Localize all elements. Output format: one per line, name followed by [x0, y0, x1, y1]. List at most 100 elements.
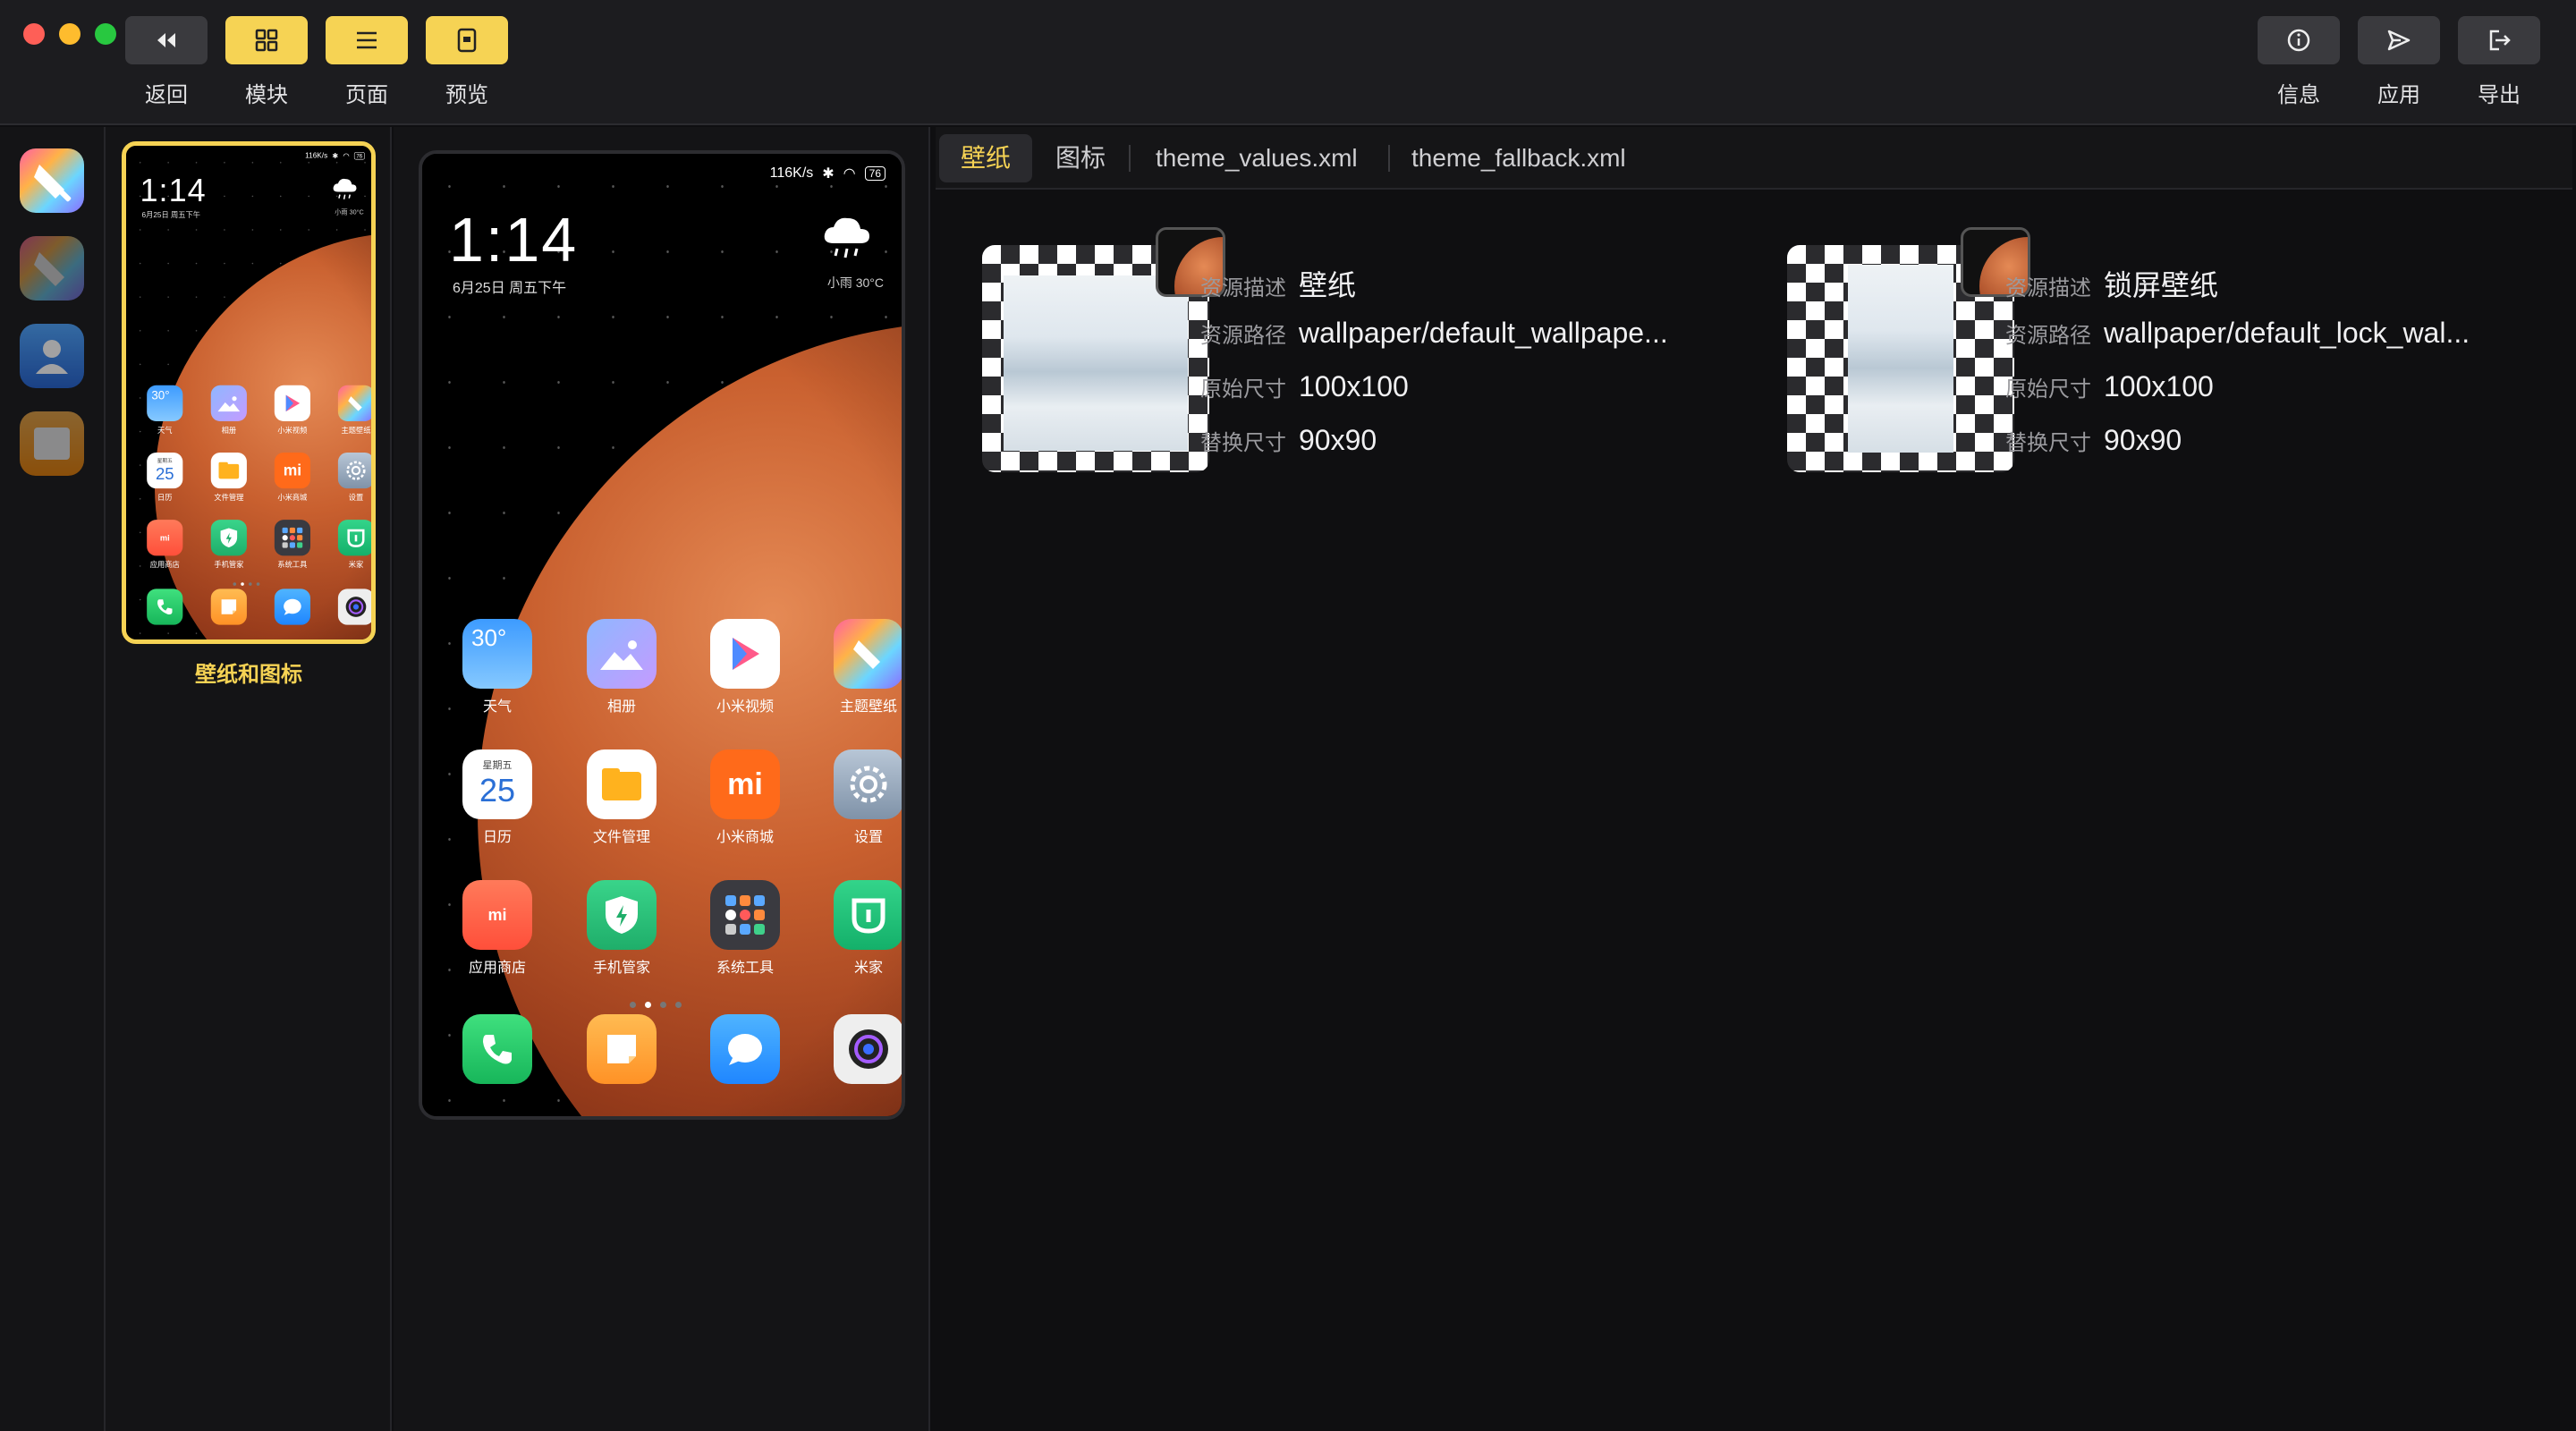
- mountain-wallpaper-image: [1004, 275, 1188, 451]
- resource-original-size-row: 原始尺寸 100x100: [1200, 370, 1409, 402]
- themes-app-tile[interactable]: 主题壁纸: [833, 619, 902, 716]
- mi-store-app-icon: mi: [710, 749, 780, 819]
- calendar-app-tile: 星期五 25 日历: [147, 452, 183, 503]
- files-app-icon: [587, 749, 657, 819]
- files-app-tile[interactable]: 文件管理: [586, 749, 657, 846]
- pages-button[interactable]: [326, 16, 408, 64]
- weather-label: 小雨 30°C: [826, 275, 884, 290]
- tab-theme-values[interactable]: theme_values.xml: [1156, 134, 1358, 182]
- settings-app-icon: [834, 749, 902, 819]
- apply-button[interactable]: [2358, 16, 2440, 64]
- contacts-app-icon[interactable]: [20, 324, 84, 388]
- resource-replace-size-row: 替换尺寸 90x90: [2005, 424, 2182, 456]
- dock-messages-app-tile[interactable]: [709, 1014, 781, 1084]
- page-indicator: [630, 1002, 682, 1008]
- app-label: 小米视频: [277, 427, 308, 435]
- files-app-tile: 文件管理: [210, 452, 247, 503]
- mijia-app-tile: 米家: [337, 520, 371, 570]
- resource-desc: 壁纸: [1299, 269, 1357, 301]
- files-app-icon: [210, 452, 247, 489]
- phone-preview: 116K/s ✱ ◠ 76 1:14 6月25日 周五下午 小雨 30°C 30…: [419, 150, 905, 1120]
- resource-original-size: 100x100: [2104, 370, 2214, 402]
- battery-icon: 76: [353, 152, 365, 160]
- app-label: 小米视频: [716, 699, 774, 715]
- mijia-app-icon: [834, 880, 902, 950]
- resource-card-lock-wallpaper[interactable]: 资源描述 锁屏壁纸 资源路径 wallpaper/default_lock_wal.…: [1737, 227, 2506, 472]
- dock-phone-app-tile[interactable]: [462, 1014, 533, 1084]
- video-app-tile: 小米视频: [274, 385, 310, 436]
- calendar-weekday: 星期五: [157, 457, 173, 464]
- app-label: 系统工具: [716, 961, 774, 976]
- dock-notes-app-tile: [210, 588, 247, 625]
- messages-app-icon: [710, 1014, 780, 1084]
- export-icon: [2489, 30, 2511, 51]
- apply-label: 应用: [2377, 83, 2420, 107]
- cloud-rain-icon: [333, 178, 357, 199]
- dock-messages-app-tile: [274, 588, 310, 625]
- zoom-window-button[interactable]: [95, 23, 116, 45]
- tab-theme-fallback[interactable]: theme_fallback.xml: [1411, 134, 1626, 182]
- info-icon: [2287, 29, 2310, 52]
- minimize-window-button[interactable]: [59, 23, 80, 45]
- app-label: 设置: [348, 494, 364, 503]
- app-label: 天气: [482, 699, 512, 715]
- page-thumbnail-wallpaper-and-icons[interactable]: 116K/s ✱ ◠ 76 1:14 6月25日 周五下午 小雨 30°C 30…: [122, 141, 376, 644]
- messages-app-icon[interactable]: [20, 411, 84, 476]
- app-label: 文件管理: [592, 830, 650, 845]
- dock-camera-app-tile[interactable]: [833, 1014, 902, 1084]
- app-label: 相册: [606, 699, 636, 715]
- back-button[interactable]: [125, 16, 208, 64]
- tab-icons[interactable]: 图标: [1055, 134, 1106, 182]
- security-app-tile[interactable]: 手机管家: [586, 880, 657, 977]
- calendar-app-tile[interactable]: 星期五 25 日历: [462, 749, 533, 846]
- video-app-tile[interactable]: 小米视频: [709, 619, 781, 716]
- info-button[interactable]: [2258, 16, 2340, 64]
- gallery-app-tile[interactable]: 相册: [586, 619, 657, 716]
- tools-folder-tile[interactable]: 系统工具: [709, 880, 781, 977]
- network-speed: 116K/s: [769, 165, 814, 181]
- rewind-icon: [157, 33, 175, 47]
- gallery-app-icon: [210, 385, 247, 421]
- app-label: 米家: [853, 961, 883, 976]
- app-label: 天气: [157, 427, 173, 435]
- status-bar: 116K/s ✱ ◠ 76: [305, 151, 365, 160]
- security-app-tile: 手机管家: [210, 520, 247, 570]
- battery-icon: 76: [864, 166, 886, 181]
- app-label: 设置: [853, 830, 883, 845]
- mijia-app-tile[interactable]: 米家: [833, 880, 902, 977]
- themes-app-icon: [337, 385, 371, 421]
- app-label: 日历: [482, 830, 512, 845]
- camera-app-icon: [337, 588, 371, 625]
- settings-app-tile[interactable]: 设置: [833, 749, 902, 846]
- camera-app-icon: [834, 1014, 902, 1084]
- app-store-app-tile[interactable]: mi 应用商店: [462, 880, 533, 977]
- date-label: 6月25日 周五下午: [453, 281, 567, 296]
- resource-desc-row: 资源描述 壁纸: [1200, 269, 1357, 301]
- dock-notes-app-tile[interactable]: [586, 1014, 657, 1084]
- phone-app-icon: [147, 588, 183, 625]
- mi-store-app-tile: mi 小米商城: [274, 452, 310, 503]
- dock-phone-app-tile: [147, 588, 183, 625]
- resource-card-wallpaper[interactable]: 资源描述 壁纸 资源路径 wallpaper/default_wallpape...…: [932, 227, 1701, 472]
- icon-glyph-text: mi: [283, 461, 302, 479]
- theme-app-dimmed-icon[interactable]: [20, 236, 84, 301]
- tab-wallpaper[interactable]: 壁纸: [939, 134, 1033, 182]
- bluetooth-icon: ✱: [332, 152, 339, 160]
- icon-glyph-text: 25: [479, 771, 516, 809]
- app-store-app-icon: mi: [147, 520, 183, 556]
- app-label: 系统工具: [277, 561, 308, 570]
- mi-store-app-tile[interactable]: mi 小米商城: [709, 749, 781, 846]
- pages-label: 页面: [345, 83, 388, 107]
- calendar-weekday: 星期五: [482, 759, 513, 771]
- modules-button[interactable]: [225, 16, 308, 64]
- close-window-button[interactable]: [23, 23, 45, 45]
- weather-app-tile[interactable]: 30° 天气: [462, 619, 533, 716]
- preview-button[interactable]: [426, 16, 508, 64]
- gallery-app-tile: 相册: [210, 385, 247, 436]
- weather-label: 小雨 30°C: [335, 208, 364, 216]
- mountain-lock-wallpaper-image: [1848, 265, 1953, 453]
- app-label: 应用商店: [149, 561, 180, 570]
- theme-app-icon[interactable]: [20, 148, 84, 213]
- status-bar: 116K/s ✱ ◠ 76: [770, 165, 886, 182]
- export-button[interactable]: [2458, 16, 2540, 64]
